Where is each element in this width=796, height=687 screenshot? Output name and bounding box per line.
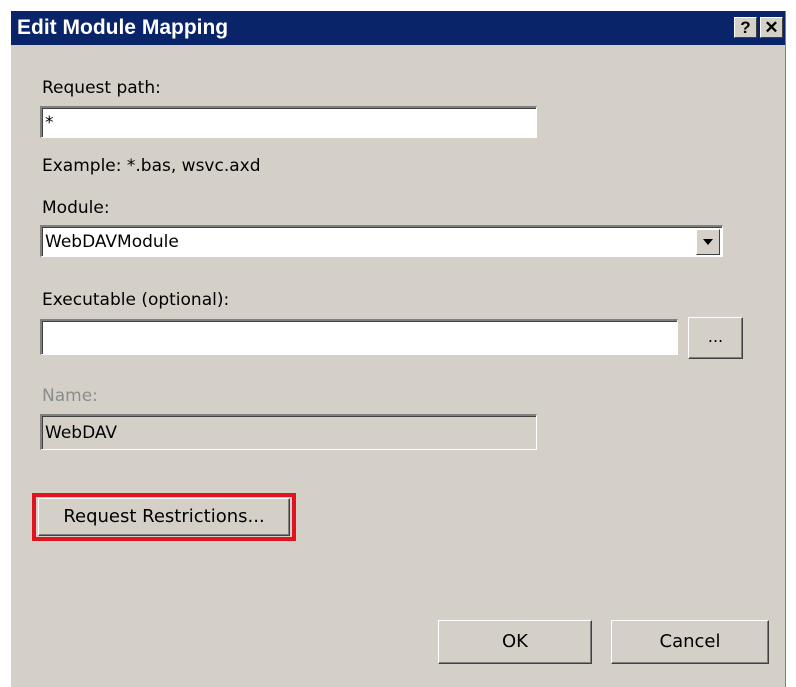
browse-button[interactable]: ... — [688, 317, 743, 359]
ok-button[interactable]: OK — [438, 620, 592, 664]
chevron-down-icon — [703, 239, 713, 245]
close-button[interactable]: ✕ — [760, 17, 783, 38]
module-selected-value: WebDAVModule — [45, 232, 179, 252]
help-icon: ? — [740, 18, 751, 37]
request-path-label: Request path: — [42, 78, 161, 98]
cancel-button[interactable]: Cancel — [611, 620, 769, 664]
module-dropdown-button[interactable] — [696, 229, 720, 255]
cancel-button-label: Cancel — [659, 631, 721, 652]
ok-button-label: OK — [502, 631, 528, 652]
request-path-input[interactable]: * — [40, 106, 537, 138]
help-button[interactable]: ? — [734, 17, 757, 38]
window-title: Edit Module Mapping — [17, 16, 229, 39]
request-path-value: * — [45, 113, 54, 133]
name-value: WebDAV — [45, 423, 118, 443]
name-label: Name: — [42, 386, 98, 406]
name-field: WebDAV — [40, 414, 537, 450]
title-bar[interactable]: Edit Module Mapping ? ✕ — [11, 11, 785, 45]
close-icon: ✕ — [764, 18, 779, 37]
executable-input[interactable] — [40, 319, 678, 355]
request-path-example: Example: *.bas, wsvc.axd — [42, 156, 261, 176]
module-label: Module: — [42, 198, 110, 218]
executable-label: Executable (optional): — [42, 290, 230, 310]
red-highlight-box — [32, 493, 296, 541]
module-select[interactable]: WebDAVModule — [40, 225, 723, 257]
edit-module-mapping-dialog: Edit Module Mapping ? ✕ Request path: * … — [10, 11, 786, 687]
browse-button-label: ... — [707, 327, 724, 346]
